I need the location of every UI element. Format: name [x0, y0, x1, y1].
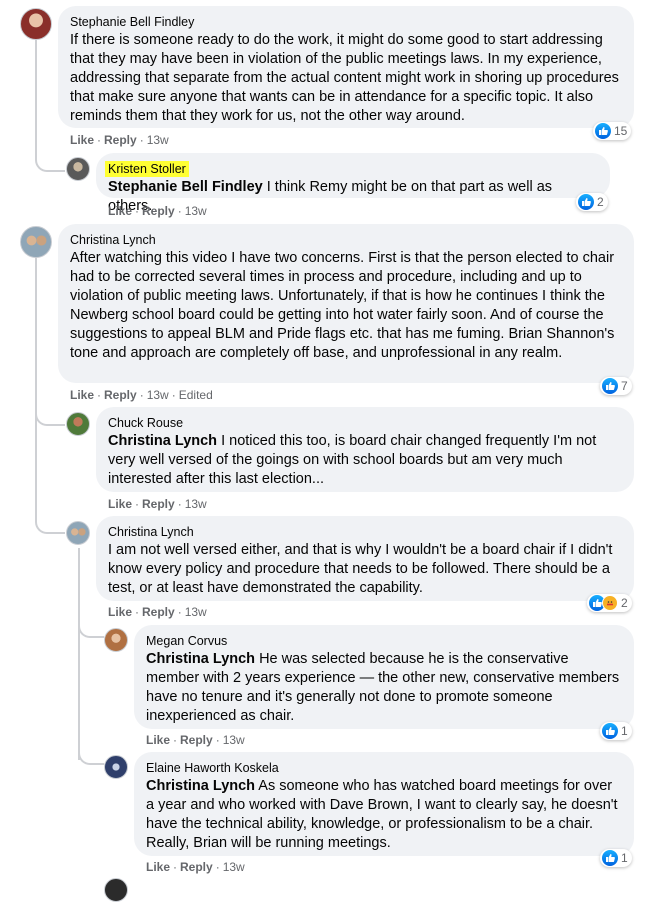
comment-text: I am not well versed either, and that is…	[108, 542, 613, 596]
timestamp[interactable]: 13w	[147, 388, 169, 402]
reaction-summary[interactable]: 2	[576, 193, 608, 211]
avatar[interactable]	[20, 226, 52, 258]
reaction-summary[interactable]: 7	[600, 377, 632, 395]
mention-link[interactable]: Christina Lynch	[146, 778, 255, 794]
thread-connector	[35, 408, 65, 426]
separator: ·	[139, 388, 144, 402]
reply-button[interactable]: Reply	[142, 497, 175, 511]
separator: ·	[139, 133, 144, 147]
reply-button[interactable]: Reply	[142, 605, 175, 619]
reply-button[interactable]: Reply	[104, 388, 137, 402]
reaction-count: 2	[597, 195, 604, 209]
thread-connector	[35, 150, 65, 172]
reaction-count: 1	[621, 851, 628, 865]
thread-line	[78, 548, 80, 760]
timestamp[interactable]: 13w	[185, 204, 207, 218]
thread-connector	[78, 622, 104, 638]
thumbs-up-icon	[602, 850, 618, 866]
mention-link[interactable]: Stephanie Bell Findley	[108, 179, 263, 195]
comment-actions: Like · Reply · 13w	[108, 604, 207, 620]
reply-button[interactable]: Reply	[180, 733, 213, 747]
edited-label: Edited	[178, 388, 213, 402]
avatar[interactable]	[104, 878, 128, 902]
reaction-count: 1	[621, 724, 628, 738]
reaction-summary[interactable]: 1	[600, 849, 632, 867]
comment-text: After watching this video I have two con…	[70, 250, 615, 361]
comment-bubble: Megan Corvus Christina Lynch He was sele…	[134, 625, 634, 729]
timestamp[interactable]: 13w	[223, 860, 245, 874]
reaction-count: 15	[614, 124, 628, 138]
comment-bubble: Elaine Haworth Koskela Christina Lynch A…	[134, 752, 634, 856]
like-button[interactable]: Like	[108, 204, 132, 218]
comment-bubble: Chuck Rouse Christina Lynch I noticed th…	[96, 407, 634, 492]
thread-line	[35, 40, 37, 150]
timestamp[interactable]: 13w	[185, 497, 207, 511]
separator: ·	[97, 133, 102, 147]
thread-connector	[35, 516, 65, 534]
comment-author[interactable]: Christina Lynch	[108, 524, 194, 540]
separator: ·	[97, 388, 102, 402]
reaction-count: 7	[621, 379, 628, 393]
separator: ·	[135, 497, 140, 511]
separator: ·	[173, 860, 178, 874]
comment-actions: Like · Reply · 13w	[146, 732, 245, 748]
avatar[interactable]	[66, 412, 90, 436]
like-button[interactable]: Like	[146, 860, 170, 874]
thumbs-up-icon	[602, 378, 618, 394]
comment-bubble: Christina Lynch I am not well versed eit…	[96, 516, 634, 601]
mention-link[interactable]: Christina Lynch	[146, 651, 255, 667]
reply-button[interactable]: Reply	[180, 860, 213, 874]
timestamp[interactable]: 13w	[147, 133, 169, 147]
avatar[interactable]	[104, 755, 128, 779]
care-emoji-icon	[602, 595, 618, 611]
comment-author[interactable]: Christina Lynch	[70, 232, 156, 248]
separator: ·	[173, 733, 178, 747]
separator: ·	[177, 497, 182, 511]
timestamp[interactable]: 13w	[223, 733, 245, 747]
thread-line	[35, 257, 37, 517]
like-button[interactable]: Like	[70, 388, 94, 402]
comment-bubble: Christina Lynch After watching this vide…	[58, 224, 634, 383]
separator: ·	[135, 605, 140, 619]
avatar[interactable]	[104, 628, 128, 652]
separator: ·	[177, 605, 182, 619]
separator: ·	[215, 733, 220, 747]
reply-button[interactable]: Reply	[104, 133, 137, 147]
comment-actions: Like · Reply · 13w	[108, 203, 207, 219]
timestamp[interactable]: 13w	[185, 605, 207, 619]
comment-author[interactable]: Megan Corvus	[146, 633, 227, 649]
separator: ·	[215, 860, 220, 874]
mention-link[interactable]: Christina Lynch	[108, 433, 217, 449]
reaction-count: 2	[621, 596, 628, 610]
comment-actions: Like · Reply · 13w	[108, 496, 207, 512]
separator: ·	[177, 204, 182, 218]
reaction-summary[interactable]: 1	[600, 722, 632, 740]
comment-author[interactable]: Kristen Stoller	[105, 161, 189, 177]
reply-button[interactable]: Reply	[142, 204, 175, 218]
separator: ·	[171, 388, 176, 402]
like-button[interactable]: Like	[146, 733, 170, 747]
comment-actions: Like · Reply · 13w	[70, 132, 169, 148]
thumbs-up-icon	[578, 194, 594, 210]
comment-text: If there is someone ready to do the work…	[70, 32, 619, 124]
thumbs-up-icon	[602, 723, 618, 739]
comment-actions: Like · Reply · 13w · Edited	[70, 387, 213, 403]
comment-bubble: Kristen Stoller Stephanie Bell Findley I…	[96, 153, 610, 214]
thread-connector	[78, 749, 104, 765]
comment-actions: Like · Reply · 13w	[146, 859, 245, 875]
separator: ·	[135, 204, 140, 218]
avatar[interactable]	[66, 521, 90, 545]
reaction-summary[interactable]: 15	[593, 122, 632, 140]
like-button[interactable]: Like	[108, 497, 132, 511]
avatar[interactable]	[20, 8, 52, 40]
like-button[interactable]: Like	[70, 133, 94, 147]
avatar[interactable]	[66, 157, 90, 181]
comment-author[interactable]: Chuck Rouse	[108, 415, 183, 431]
thumbs-up-icon	[595, 123, 611, 139]
comment-author[interactable]: Elaine Haworth Koskela	[146, 760, 279, 776]
comment-bubble: Stephanie Bell Findley If there is someo…	[58, 6, 634, 128]
reaction-summary[interactable]: 2	[587, 594, 632, 612]
comment-author[interactable]: Stephanie Bell Findley	[70, 14, 194, 30]
like-button[interactable]: Like	[108, 605, 132, 619]
